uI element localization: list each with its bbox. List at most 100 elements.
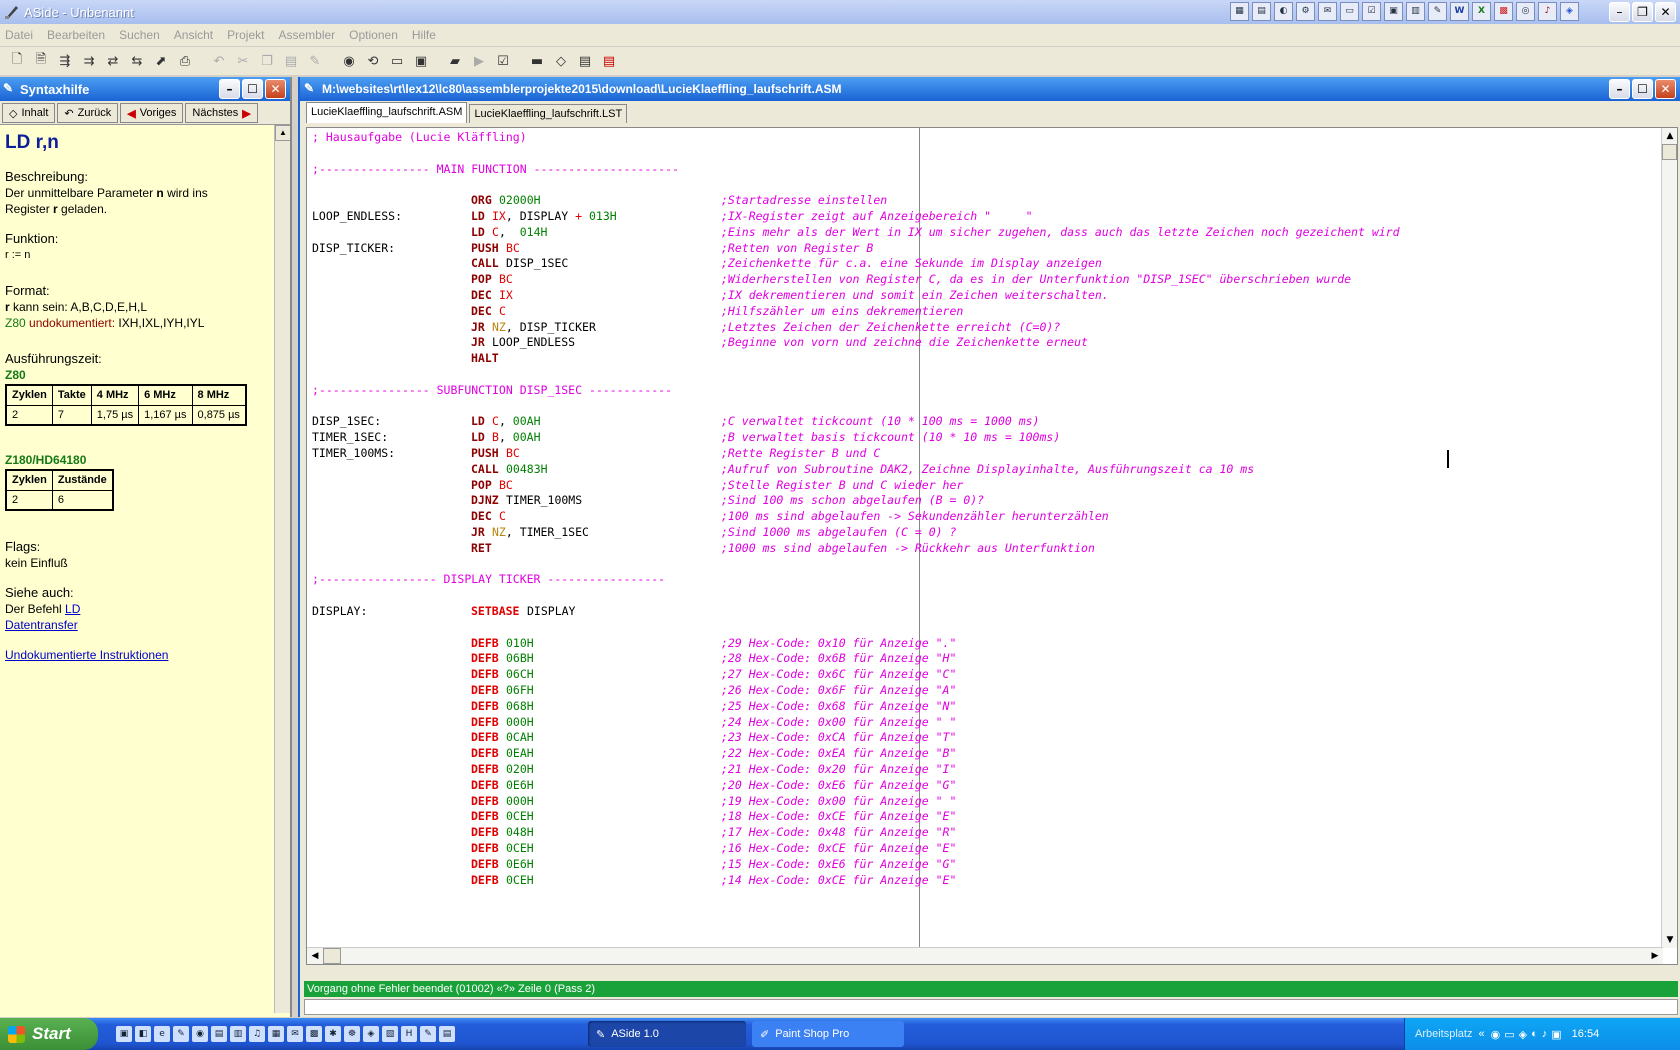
- panel-minimize-button[interactable]: –: [219, 79, 240, 99]
- tray-icon[interactable]: ◉: [1491, 1028, 1501, 1041]
- editor-vertical-scrollbar[interactable]: ▲ ▼: [1661, 128, 1677, 948]
- editor-minimize-button[interactable]: –: [1609, 79, 1630, 99]
- link-ld[interactable]: LD: [65, 602, 80, 616]
- app-icon[interactable]: ▤: [439, 1026, 455, 1042]
- app-shortcut-icon[interactable]: ▭: [1340, 2, 1359, 21]
- tab-asm[interactable]: LucieKlaeffling_laufschrift.ASM: [306, 102, 468, 123]
- new-icon[interactable]: 🗋: [6, 50, 28, 72]
- copy-icon[interactable]: ❐: [256, 50, 278, 72]
- terminal-icon[interactable]: ▭: [386, 50, 408, 72]
- tray-icon[interactable]: ◈: [1519, 1028, 1527, 1041]
- task-aside[interactable]: ✎ ASide 1.0: [588, 1021, 746, 1047]
- desktop-icon[interactable]: ▣: [116, 1026, 132, 1042]
- minimize-button[interactable]: –: [1609, 2, 1630, 22]
- scroll-up-icon[interactable]: ▲: [1662, 128, 1677, 144]
- app-titlebar[interactable]: ASide - Unbenannt ▦ ▤ ◐ ⚙ ✉ ▭ ☑ ▣ ▥ ✎ W …: [0, 0, 1680, 24]
- check-icon[interactable]: ☑: [492, 50, 514, 72]
- edit-icon[interactable]: ✎: [304, 50, 326, 72]
- mail-icon[interactable]: ✉: [1318, 2, 1337, 21]
- app-shortcut-icon[interactable]: ▩: [1494, 2, 1513, 21]
- app-icon[interactable]: ◈: [363, 1026, 379, 1042]
- run-icon[interactable]: ▶: [468, 50, 490, 72]
- code-editor[interactable]: ▲ ▼ ◀ ▶ ; Hausaufgabe (Lucie Kläffling);…: [306, 127, 1678, 965]
- editor-titlebar[interactable]: ✎ M:\websites\rt\lex12\lc80\assemblerpro…: [300, 77, 1680, 101]
- app-icon[interactable]: ♫: [249, 1026, 265, 1042]
- tray-icon[interactable]: ▣: [1551, 1028, 1561, 1041]
- save-icon[interactable]: ⇄: [102, 50, 124, 72]
- network-icon[interactable]: ▭: [1504, 1028, 1514, 1041]
- task-paint-shop[interactable]: ✐ Paint Shop Pro: [752, 1021, 904, 1047]
- output-area[interactable]: [304, 999, 1678, 1015]
- app-icon[interactable]: ◧: [135, 1026, 151, 1042]
- undo-icon[interactable]: ↶: [208, 50, 230, 72]
- stop-icon[interactable]: ▤: [598, 50, 620, 72]
- clock[interactable]: 16:54: [1572, 1028, 1600, 1040]
- menu-optionen[interactable]: Optionen: [349, 28, 398, 42]
- app-shortcut-icon[interactable]: ◎: [1516, 2, 1535, 21]
- link-undocumented[interactable]: Undokumentierte Instruktionen: [5, 648, 168, 662]
- syntax-help-titlebar[interactable]: ✎ Syntaxhilfe – ☐ ✕: [0, 77, 290, 101]
- restore-button[interactable]: ❐: [1632, 2, 1653, 22]
- app-icon[interactable]: ▥: [230, 1026, 246, 1042]
- editor-horizontal-scrollbar[interactable]: ◀ ▶: [307, 947, 1663, 964]
- send-icon[interactable]: ▣: [410, 50, 432, 72]
- panel-maximize-button[interactable]: ☐: [242, 79, 263, 99]
- tray-label[interactable]: Arbeitsplatz: [1415, 1028, 1472, 1040]
- syntax-scrollbar[interactable]: ▲: [274, 125, 290, 1013]
- scroll-down-icon[interactable]: ▼: [1662, 932, 1677, 948]
- app-shortcut-icon[interactable]: ▤: [1252, 2, 1271, 21]
- expand-tray-icon[interactable]: «: [1478, 1028, 1484, 1040]
- app-icon[interactable]: ▦: [268, 1026, 284, 1042]
- app-shortcut-icon[interactable]: ◐: [1274, 2, 1293, 21]
- app-icon[interactable]: H: [401, 1026, 417, 1042]
- contents-button[interactable]: ◇ Inhalt: [2, 103, 56, 123]
- app-icon[interactable]: ◉: [192, 1026, 208, 1042]
- paste-icon[interactable]: ▤: [280, 50, 302, 72]
- app-shortcut-icon[interactable]: ✎: [1428, 2, 1447, 21]
- app-shortcut-icon[interactable]: ⚙: [1296, 2, 1315, 21]
- editor-maximize-button[interactable]: ☐: [1632, 79, 1653, 99]
- back-button[interactable]: ↶ Zurück: [57, 103, 119, 123]
- import-icon[interactable]: ⬈: [150, 50, 172, 72]
- open-folder-icon[interactable]: ⇉: [78, 50, 100, 72]
- scroll-thumb[interactable]: [1662, 144, 1677, 160]
- cut-icon[interactable]: ✂: [232, 50, 254, 72]
- menu-datei[interactable]: Datei: [5, 28, 33, 42]
- next-button[interactable]: Nächstes ▶: [185, 103, 258, 123]
- previous-button[interactable]: ◀ Voriges: [120, 103, 184, 123]
- tab-lst[interactable]: LucieKlaeffling_laufschrift.LST: [469, 104, 628, 123]
- hscroll-thumb[interactable]: [323, 948, 341, 964]
- folder-run-icon[interactable]: ▰: [444, 50, 466, 72]
- menu-hilfe[interactable]: Hilfe: [412, 28, 436, 42]
- replace-icon[interactable]: ⟲: [362, 50, 384, 72]
- editor-close-button[interactable]: ✕: [1655, 79, 1676, 99]
- menu-projekt[interactable]: Projekt: [227, 28, 264, 42]
- app-icon[interactable]: ✎: [173, 1026, 189, 1042]
- app-icon[interactable]: ▤: [211, 1026, 227, 1042]
- app-shortcut-icon[interactable]: ▦: [1230, 2, 1249, 21]
- scroll-up-icon[interactable]: ▲: [275, 125, 290, 141]
- book-icon[interactable]: ▬: [526, 50, 548, 72]
- app-shortcut-icon[interactable]: ▥: [1406, 2, 1425, 21]
- menu-bearbeiten[interactable]: Bearbeiten: [47, 28, 105, 42]
- app-icon[interactable]: ▧: [382, 1026, 398, 1042]
- excel-icon[interactable]: X: [1472, 2, 1491, 21]
- app-shortcut-icon[interactable]: ♪: [1538, 2, 1557, 21]
- save-all-icon[interactable]: ⇆: [126, 50, 148, 72]
- erase-icon[interactable]: ◇: [550, 50, 572, 72]
- security-icon[interactable]: ◐: [1531, 1028, 1538, 1040]
- app-shortcut-icon[interactable]: ▣: [1384, 2, 1403, 21]
- new-file-icon[interactable]: 🗎: [30, 50, 52, 72]
- scroll-right-icon[interactable]: ▶: [1647, 948, 1663, 964]
- app-icon[interactable]: ✎: [420, 1026, 436, 1042]
- app-icon[interactable]: ▩: [306, 1026, 322, 1042]
- app-icon[interactable]: ✱: [325, 1026, 341, 1042]
- volume-icon[interactable]: ♪: [1542, 1028, 1548, 1040]
- menu-ansicht[interactable]: Ansicht: [174, 28, 213, 42]
- open-project-icon[interactable]: ⇶: [54, 50, 76, 72]
- app-icon[interactable]: ☸: [344, 1026, 360, 1042]
- view-icon[interactable]: ◉: [338, 50, 360, 72]
- app-shortcut-icon[interactable]: ◈: [1560, 2, 1579, 21]
- menu-assembler[interactable]: Assembler: [278, 28, 335, 42]
- report-icon[interactable]: ▤: [574, 50, 596, 72]
